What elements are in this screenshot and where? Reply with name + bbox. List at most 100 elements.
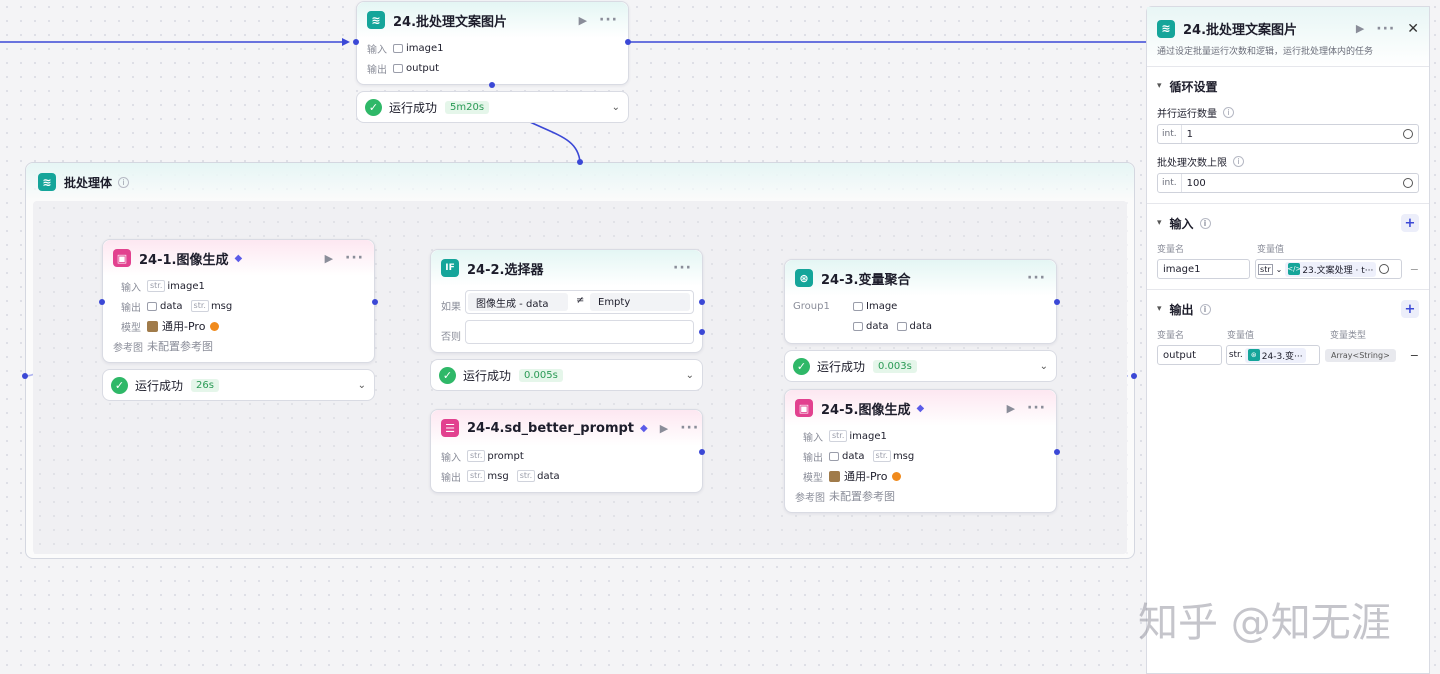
parallel-count-input[interactable]: int. 1: [1157, 124, 1419, 144]
input-var-value-field[interactable]: str ⌄ </> 23.文案处理 · t···: [1255, 259, 1402, 279]
info-icon[interactable]: i: [1223, 107, 1234, 118]
top-node-status[interactable]: ✓ 运行成功 5m20s ⌄: [356, 91, 629, 123]
output-var-chip: str. msg: [872, 450, 914, 462]
group-var-chip: Image: [853, 301, 897, 312]
node-title: 24-2.选择器: [467, 262, 544, 278]
close-icon[interactable]: ✕: [1407, 21, 1419, 37]
node-settings-panel[interactable]: ≋ 24.批处理文案图片 ▶ ··· ✕ 通过设定批量运行次数和逻辑，运行批处理…: [1146, 6, 1430, 674]
input-var-chip: str. image1: [829, 430, 887, 442]
add-input-button[interactable]: +: [1401, 214, 1419, 232]
port[interactable]: [1054, 449, 1060, 455]
run-icon[interactable]: ▶: [579, 14, 587, 27]
variable-aggregate-node[interactable]: ⊛ 24-3.变量聚合 ··· Group1 Image data data: [784, 259, 1057, 344]
condition-right[interactable]: Empty: [590, 293, 690, 311]
port[interactable]: [372, 299, 378, 305]
more-icon[interactable]: ···: [1376, 21, 1395, 37]
sd-better-prompt-node[interactable]: ☰ 24-4.sd_better_prompt ◆ ▶ ··· 输入 str. p…: [430, 409, 703, 493]
chevron-down-icon[interactable]: ⌄: [686, 370, 694, 381]
node-header: ▣ 24-1.图像生成 ◆ ▶ ···: [103, 240, 374, 276]
port[interactable]: [489, 82, 495, 88]
input-row: 输入 str. prompt: [441, 450, 524, 464]
run-icon[interactable]: ▶: [325, 252, 333, 265]
output-var-chip: str. msg: [467, 470, 509, 482]
port[interactable]: [22, 373, 28, 379]
node-header: ☰ 24-4.sd_better_prompt ◆ ▶ ···: [431, 410, 702, 446]
input-var-name-field[interactable]: image1: [1157, 259, 1251, 279]
batch-limit-input[interactable]: int. 100: [1157, 173, 1419, 193]
arrow-top-in: [342, 38, 350, 46]
more-icon[interactable]: ···: [680, 420, 699, 436]
ref-row: 参考图 未配置参考图: [113, 340, 213, 354]
port[interactable]: [699, 329, 705, 335]
aggregate-icon: ⊛: [1247, 349, 1260, 361]
output-var-value-field[interactable]: str. ⊛ 24-3.变···: [1225, 345, 1320, 365]
node-title: 24.批处理文案图片: [393, 14, 508, 30]
run-icon[interactable]: ▶: [1007, 402, 1015, 415]
remove-input-button[interactable]: −: [1410, 263, 1419, 276]
more-icon[interactable]: ···: [1027, 270, 1046, 286]
else-box[interactable]: [465, 320, 694, 344]
node-header: ⊛ 24-3.变量聚合 ···: [785, 260, 1056, 296]
port[interactable]: [1131, 373, 1137, 379]
image-gen-node-1[interactable]: ▣ 24-1.图像生成 ◆ ▶ ··· 输入 str. image1 输出 dat…: [102, 239, 375, 363]
chevron-down-icon[interactable]: ▾: [1157, 304, 1162, 314]
port[interactable]: [625, 39, 631, 45]
more-icon[interactable]: ···: [345, 250, 364, 266]
add-output-button[interactable]: +: [1401, 300, 1419, 318]
variable-ref-icon[interactable]: [1403, 129, 1413, 139]
info-icon[interactable]: i: [1199, 303, 1211, 315]
more-icon[interactable]: ···: [599, 12, 618, 28]
chevron-down-icon[interactable]: ⌄: [1040, 361, 1048, 372]
chevron-down-icon[interactable]: ⌄: [1276, 265, 1283, 274]
image-gen-node-5[interactable]: ▣ 24-5.图像生成 ◆ ▶ ··· 输入 str. image1 输出 dat…: [784, 389, 1057, 513]
info-icon[interactable]: i: [1233, 156, 1244, 167]
output-column-heads: 变量名 变量值 变量类型: [1157, 331, 1367, 341]
remove-output-button[interactable]: −: [1410, 349, 1419, 362]
batch-node-top[interactable]: ≋ 24.批处理文案图片 ▶ ··· 输入 image1 输出 output: [356, 1, 629, 85]
image-icon: [896, 321, 907, 331]
panel-header: ≋ 24.批处理文案图片 ▶ ··· ✕ 通过设定批量运行次数和逻辑，运行批处理…: [1147, 7, 1429, 67]
input-row: 输入 str. image1: [121, 280, 205, 294]
ref-row: 参考图 未配置参考图: [795, 490, 895, 504]
section-toggle[interactable]: ▾ 循环设置: [1157, 77, 1419, 95]
condition-operator[interactable]: ≠: [576, 295, 584, 306]
input-section: ▾ 输入 i + 变量名 变量值 image1 str ⌄ </> 23.文案处理 · …: [1147, 204, 1429, 290]
port[interactable]: [699, 299, 705, 305]
output-var-chip: data: [829, 451, 865, 462]
port[interactable]: [699, 449, 705, 455]
var-ref-tag: </> 23.文案处理 · t···: [1285, 261, 1377, 277]
chevron-down-icon: ▾: [1157, 81, 1162, 91]
condition-left[interactable]: 图像生成 - data: [468, 293, 568, 311]
chevron-down-icon[interactable]: ⌄: [612, 102, 620, 113]
output-var-name-field[interactable]: output: [1157, 345, 1222, 365]
list-icon: [393, 43, 403, 53]
variable-ref-icon[interactable]: [1403, 178, 1413, 188]
port[interactable]: [1054, 299, 1060, 305]
more-icon[interactable]: ···: [673, 260, 692, 276]
run-icon[interactable]: ▶: [1356, 22, 1364, 35]
info-icon[interactable]: i: [1199, 217, 1211, 229]
image-icon: [147, 301, 157, 311]
port[interactable]: [353, 39, 359, 45]
chevron-down-icon[interactable]: ▾: [1157, 218, 1162, 228]
else-label: 否则: [441, 332, 461, 343]
prompt-icon: ☰: [441, 419, 459, 437]
chevron-down-icon[interactable]: ⌄: [358, 380, 366, 391]
parallel-label: 并行运行数量 i: [1157, 105, 1419, 120]
more-icon[interactable]: ···: [1027, 400, 1046, 416]
output-type-pill[interactable]: Array<String>: [1324, 348, 1396, 362]
run-icon[interactable]: ▶: [660, 422, 668, 435]
port[interactable]: [99, 299, 105, 305]
info-icon[interactable]: i: [118, 176, 130, 188]
condition-box[interactable]: 图像生成 - data ≠ Empty: [465, 290, 694, 314]
output-section: ▾ 输出 i + 变量名 变量值 变量类型 output str. ⊛ 24-3.变··…: [1147, 290, 1429, 375]
node1-status[interactable]: ✓ 运行成功 26s ⌄: [102, 369, 375, 401]
group-row: Group1 Image: [793, 300, 898, 312]
variable-ref-icon[interactable]: [1379, 264, 1390, 274]
node2-status[interactable]: ✓ 运行成功 0.005s ⌄: [430, 359, 703, 391]
model-row: 模型 通用-Pro: [103, 316, 374, 336]
layers-icon: ≋: [1157, 19, 1175, 38]
selector-node[interactable]: IF 24-2.选择器 ··· 如果 图像生成 - data ≠ Empty 否…: [430, 249, 703, 353]
node3-status[interactable]: ✓ 运行成功 0.003s ⌄: [784, 350, 1057, 382]
port[interactable]: [577, 159, 583, 165]
